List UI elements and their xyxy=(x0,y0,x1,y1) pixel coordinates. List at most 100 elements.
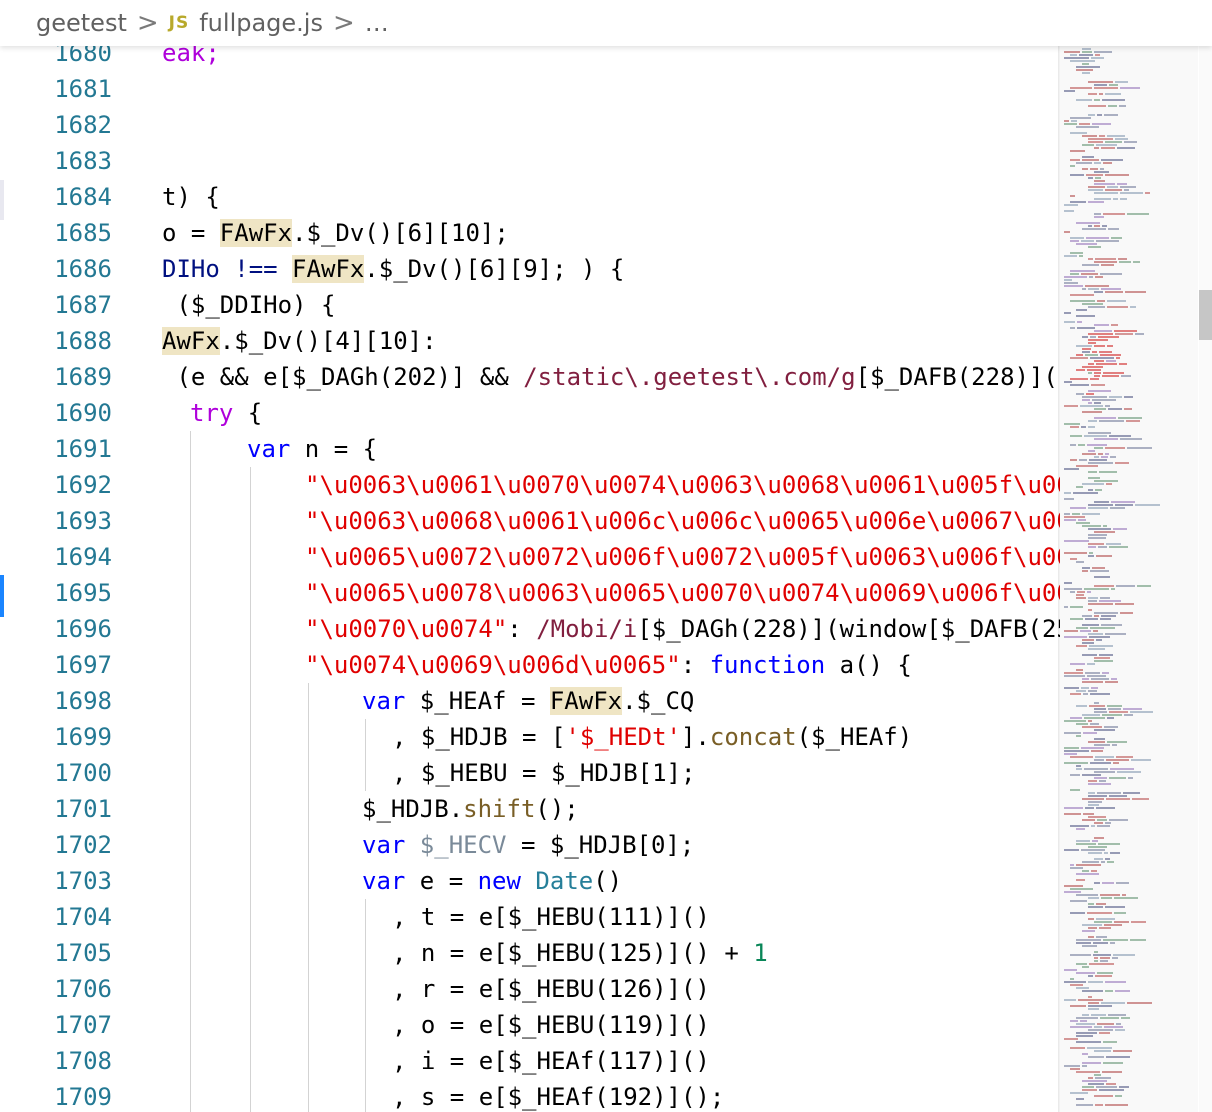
indent-guide xyxy=(190,647,191,683)
indent-guide xyxy=(190,863,191,899)
code-text: , r = e[$_HEBU(126)]() xyxy=(392,975,710,1003)
line-number: 1687 xyxy=(54,291,112,319)
line-number: 1698 xyxy=(54,687,112,715)
code-line: 1693 "\u0063\u0068\u0061\u006c\u006c\u00… xyxy=(0,503,1060,539)
line-number: 1706 xyxy=(54,975,112,1003)
code-line: 1686 DIHo !== FAwFx.$_Dv()[6][9]; ) { xyxy=(0,251,1060,287)
vertical-scrollbar[interactable] xyxy=(1199,46,1212,1112)
code-text: (); xyxy=(535,795,579,823)
code-text: n = { xyxy=(290,435,378,463)
code-text: (e && e[$_DAGh(202)] && xyxy=(162,363,524,391)
code-line: 1691 var n = { xyxy=(0,431,1060,467)
indent-guide xyxy=(250,467,251,503)
indent-guide xyxy=(190,683,191,719)
code-line: 1681 xyxy=(0,71,1060,107)
code-editor[interactable]: 1680 eak; 1681 1682 1683 1684 t) { 1685 … xyxy=(0,36,1060,1112)
keyword-new: new xyxy=(477,867,521,895)
code-text: = $_HDJB[0]; xyxy=(506,831,695,859)
line-number: 1695 xyxy=(54,579,112,607)
code-line: 1688 AwFx.$_Dv()[4][10]: xyxy=(0,323,1060,359)
class-name: Date xyxy=(520,867,594,895)
scrollbar-thumb[interactable] xyxy=(1199,290,1212,340)
line-number: 1708 xyxy=(54,1047,112,1075)
line-number: 1704 xyxy=(54,903,112,931)
keyword-var: var xyxy=(362,687,406,715)
code-text: , i = e[$_HEAf(117)]() xyxy=(392,1047,710,1075)
indent-guide xyxy=(190,611,191,647)
indent-guide xyxy=(308,755,309,791)
code-line: 1701 $_HDJB.shift(); xyxy=(0,791,1060,827)
line-number: 1696 xyxy=(54,615,112,643)
indent-guide xyxy=(250,611,251,647)
line-number: 1681 xyxy=(54,75,112,103)
indent-guide xyxy=(308,1007,309,1043)
code-line: 1683 xyxy=(0,143,1060,179)
code-text: $_HDJB. xyxy=(362,795,464,823)
code-text: [$_DAGh(228)](window[$_DAFB(25 xyxy=(637,615,1060,643)
string-literal: "\u0074\u0069\u006d\u0065" xyxy=(305,651,681,679)
indent-guide xyxy=(365,935,366,971)
highlighted-identifier: FAwFx xyxy=(219,219,293,247)
indent-guide xyxy=(250,503,251,539)
string-literal: "\u0065\u0078\u0063\u0065\u0070\u0074\u0… xyxy=(305,579,1060,607)
indent-guide xyxy=(190,1007,191,1043)
indent-guide xyxy=(190,1043,191,1079)
code-text: .$_CQ xyxy=(622,687,695,715)
code-line: 1709 , s = e[$_HEAf(192)](); xyxy=(0,1079,1060,1112)
indent-guide xyxy=(365,971,366,1007)
indent-guide xyxy=(250,935,251,971)
indent-guide xyxy=(308,863,309,899)
indent-guide xyxy=(365,719,366,755)
code-text: [$_DAFB(228)]( xyxy=(855,363,1058,391)
code-line: 1699 , $_HDJB = ['$_HEDt'].concat($_HEAf… xyxy=(0,719,1060,755)
highlighted-identifier: FAwFx xyxy=(292,255,365,283)
line-number: 1700 xyxy=(54,759,112,787)
line-number: 1702 xyxy=(54,831,112,859)
indent-guide xyxy=(250,1007,251,1043)
indent-guide xyxy=(190,827,191,863)
line-number: 1685 xyxy=(54,219,112,247)
code-text: () xyxy=(593,867,623,895)
breadcrumb-symbol-ellipsis[interactable]: … xyxy=(365,9,389,37)
indent-guide xyxy=(190,899,191,935)
code-text: : xyxy=(507,615,537,643)
line-number: 1705 xyxy=(54,939,112,967)
indent-guide xyxy=(365,899,366,935)
indent-guide xyxy=(365,1079,366,1112)
indent-guide xyxy=(190,431,191,467)
indent-guide xyxy=(250,863,251,899)
indent-guide xyxy=(190,467,191,503)
line-number: 1691 xyxy=(54,435,112,463)
chevron-right-icon: > xyxy=(332,8,355,38)
code-text: , n = e[$_HEBU(125)]() + xyxy=(392,939,754,967)
code-text: .$_Dv()[6][9]; ) { xyxy=(364,255,625,283)
indent-guide xyxy=(190,719,191,755)
indent-guide xyxy=(190,1079,191,1112)
line-number: 1684 xyxy=(54,183,112,211)
code-text: , s = e[$_HEAf(192)](); xyxy=(392,1083,725,1111)
indent-guide xyxy=(190,575,191,611)
code-line: 1708 , i = e[$_HEAf(117)]() xyxy=(0,1043,1060,1079)
code-text: ($_DDIHo) { xyxy=(162,291,336,319)
minimap-slider[interactable] xyxy=(1060,46,1198,1112)
code-line: 1707 , o = e[$_HEBU(119)]() xyxy=(0,1007,1060,1043)
code-line: 1700 , $_HEBU = $_HDJB[1]; xyxy=(0,755,1060,791)
indent-guide xyxy=(308,935,309,971)
code-text: , o = e[$_HEBU(119)]() xyxy=(392,1011,710,1039)
indent-guide xyxy=(190,935,191,971)
code-line: 1697 "\u0074\u0069\u006d\u0065": functio… xyxy=(0,647,1060,683)
breadcrumb-file[interactable]: fullpage.js xyxy=(199,9,323,37)
code-line: 1695 "\u0065\u0078\u0063\u0065\u0070\u00… xyxy=(0,575,1060,611)
indent-guide xyxy=(250,1079,251,1112)
indent-guide xyxy=(308,683,309,719)
breadcrumb-folder[interactable]: geetest xyxy=(36,9,127,37)
line-number: 1694 xyxy=(54,543,112,571)
indent-guide xyxy=(250,539,251,575)
code-line: 1705 , n = e[$_HEBU(125)]() + 1 xyxy=(0,935,1060,971)
indent-guide xyxy=(365,1007,366,1043)
regex-literal: /static\.geetest\.com/g xyxy=(523,363,856,391)
highlighted-identifier: AwFx xyxy=(162,327,220,355)
line-number: 1689 xyxy=(54,363,112,391)
indent-guide xyxy=(308,719,309,755)
indent-guide xyxy=(250,755,251,791)
